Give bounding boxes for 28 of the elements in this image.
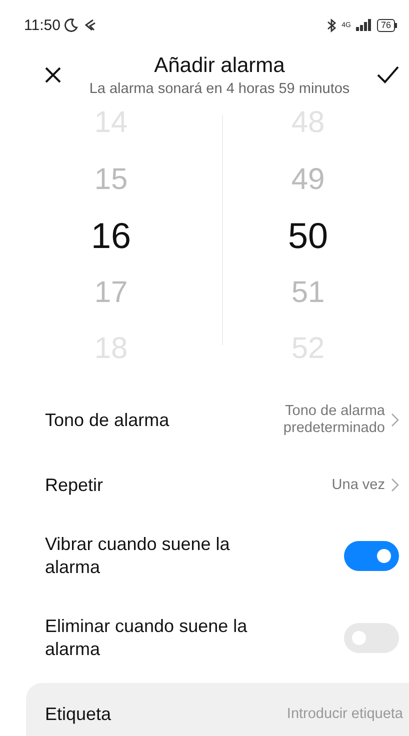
hour-option[interactable]: 16 — [90, 208, 132, 264]
toggle-switch[interactable] — [344, 541, 399, 571]
moon-icon — [64, 18, 78, 32]
label-field[interactable]: Etiqueta Introducir etiqueta — [26, 683, 409, 736]
chevron-right-icon — [391, 478, 399, 492]
screen-title: Añadir alarma — [153, 54, 286, 78]
setting-label: Repetir — [45, 474, 104, 496]
bluetooth-icon — [326, 18, 337, 32]
minute-option[interactable]: 49 — [291, 152, 325, 208]
setting-value-link[interactable]: Tono de alarma predeterminado — [275, 403, 399, 437]
setting-label: Tono de alarma — [45, 408, 170, 432]
minute-option[interactable]: 50 — [288, 208, 328, 264]
clock-time: 11:50 — [24, 16, 60, 34]
minute-option[interactable]: 51 — [291, 264, 325, 321]
signal-icon — [356, 19, 372, 31]
setting-value-link[interactable]: Una vez — [332, 476, 399, 494]
hour-option[interactable]: 15 — [94, 152, 128, 208]
close-icon[interactable] — [44, 66, 62, 84]
setting-label: Eliminar cuando suene la alarma — [45, 615, 248, 661]
battery-indicator: 76 — [376, 18, 397, 32]
field-placeholder: Introducir etiqueta — [286, 706, 403, 722]
gesture-icon — [82, 18, 96, 32]
alarm-countdown: La alarma sonará en 4 horas 59 minutos — [88, 80, 351, 96]
confirm-check-icon[interactable] — [377, 66, 399, 84]
setting-label: Vibrar cuando suene la alarma — [45, 533, 231, 579]
chevron-right-icon — [391, 413, 399, 427]
hour-option[interactable]: 17 — [94, 264, 128, 321]
setting-label: Etiqueta — [45, 702, 112, 726]
